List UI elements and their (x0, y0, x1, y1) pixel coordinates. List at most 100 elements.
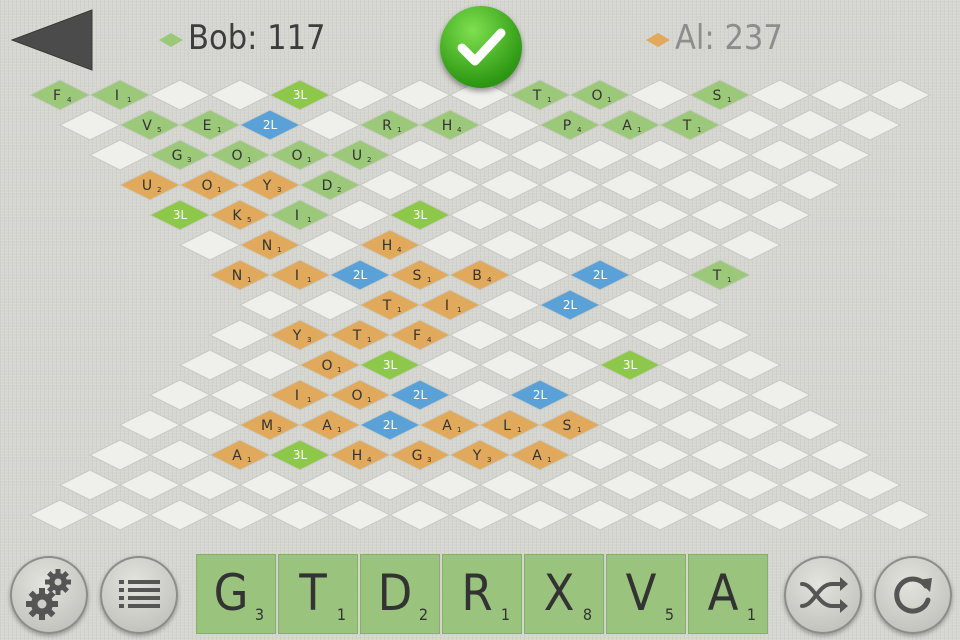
submit-button[interactable] (440, 6, 522, 88)
board-tile[interactable] (418, 289, 482, 321)
board-cell[interactable] (778, 169, 842, 201)
board-cell[interactable] (628, 199, 692, 231)
board-cell[interactable] (658, 229, 722, 261)
board-cell[interactable] (748, 79, 812, 111)
board-cell[interactable] (718, 469, 782, 501)
board-cell[interactable] (388, 499, 452, 531)
rack-tile[interactable]: D2 (360, 554, 440, 634)
board-cell[interactable] (748, 499, 812, 531)
board-cell[interactable] (478, 229, 542, 261)
board-tile[interactable] (268, 199, 332, 231)
board-cell[interactable] (418, 469, 482, 501)
rack-tile[interactable]: A1 (688, 554, 768, 634)
board-cell[interactable] (178, 409, 242, 441)
settings-button[interactable] (10, 556, 88, 634)
rack-tile[interactable]: T1 (278, 554, 358, 634)
board-cell[interactable] (508, 259, 572, 291)
board-cell[interactable] (178, 469, 242, 501)
board-cell[interactable] (358, 169, 422, 201)
board-cell[interactable] (628, 379, 692, 411)
board-cell[interactable] (838, 109, 902, 141)
board-cell[interactable] (238, 289, 302, 321)
board-cell[interactable] (568, 499, 632, 531)
board-cell[interactable] (718, 349, 782, 381)
board-cell[interactable] (298, 289, 362, 321)
board-cell[interactable] (778, 409, 842, 441)
board-cell[interactable] (298, 109, 362, 141)
board-cell[interactable] (298, 469, 362, 501)
board-cell[interactable] (598, 169, 662, 201)
board-cell[interactable] (298, 229, 362, 261)
board-cell[interactable] (718, 109, 782, 141)
board-cell[interactable] (508, 319, 572, 351)
board-cell[interactable] (688, 439, 752, 471)
board-cell[interactable] (328, 79, 392, 111)
back-arrow-icon[interactable] (10, 8, 94, 72)
board-cell[interactable] (628, 139, 692, 171)
menu-button[interactable] (100, 556, 178, 634)
board-cell[interactable] (148, 499, 212, 531)
board-cell[interactable] (508, 499, 572, 531)
board-cell[interactable] (448, 499, 512, 531)
board-tile[interactable] (88, 79, 152, 111)
board-cell[interactable] (568, 199, 632, 231)
board-cell[interactable] (448, 319, 512, 351)
board-cell[interactable] (448, 199, 512, 231)
board-cell[interactable] (178, 229, 242, 261)
board-cell[interactable] (238, 349, 302, 381)
board-cell[interactable] (508, 199, 572, 231)
board-cell[interactable] (538, 229, 602, 261)
board-cell[interactable] (148, 439, 212, 471)
board-cell[interactable] (88, 439, 152, 471)
board-cell[interactable] (418, 349, 482, 381)
rack-tile[interactable]: G3 (196, 554, 276, 634)
board-tile[interactable] (268, 259, 332, 291)
board-cell[interactable] (778, 469, 842, 501)
board-cell[interactable] (28, 499, 92, 531)
rack-tile[interactable]: V5 (606, 554, 686, 634)
board-cell[interactable] (808, 499, 872, 531)
board-cell[interactable] (688, 379, 752, 411)
board-cell[interactable] (208, 499, 272, 531)
board-cell[interactable] (88, 139, 152, 171)
board-cell[interactable] (628, 499, 692, 531)
board-cell[interactable] (358, 469, 422, 501)
board-cell[interactable] (508, 139, 572, 171)
board-cell[interactable] (598, 409, 662, 441)
board-cell[interactable] (118, 409, 182, 441)
board-cell[interactable] (568, 139, 632, 171)
board-cell[interactable] (658, 469, 722, 501)
refresh-button[interactable] (874, 556, 952, 634)
board-cell[interactable] (658, 349, 722, 381)
board-cell[interactable] (58, 469, 122, 501)
board-cell[interactable] (748, 139, 812, 171)
board-cell[interactable] (538, 469, 602, 501)
board-cell[interactable] (688, 319, 752, 351)
board-cell[interactable] (238, 469, 302, 501)
board-cell[interactable] (658, 169, 722, 201)
board-cell[interactable] (598, 469, 662, 501)
board-cell[interactable] (478, 349, 542, 381)
board-cell[interactable] (808, 439, 872, 471)
board-cell[interactable] (418, 169, 482, 201)
game-board[interactable]: F 4 I 1 3L T 1 O 1 S 1V 5 E 1 2L R 1 H 4 P 4 A 1 T 1G 3 O 1 O 1 U 2U 2 O 1… (0, 0, 960, 640)
board-cell[interactable] (208, 379, 272, 411)
board-cell[interactable] (418, 229, 482, 261)
board-cell[interactable] (208, 319, 272, 351)
board-cell[interactable] (718, 409, 782, 441)
board-cell[interactable] (658, 289, 722, 321)
board-cell[interactable] (178, 349, 242, 381)
board-cell[interactable] (748, 439, 812, 471)
board-cell[interactable] (118, 469, 182, 501)
board-cell[interactable] (748, 379, 812, 411)
board-cell[interactable] (778, 109, 842, 141)
board-cell[interactable] (868, 499, 932, 531)
board-cell[interactable] (808, 79, 872, 111)
board-cell[interactable] (538, 349, 602, 381)
board-cell[interactable] (208, 79, 272, 111)
board-cell[interactable] (568, 439, 632, 471)
board-cell[interactable] (478, 169, 542, 201)
board-cell[interactable] (628, 259, 692, 291)
rack-tile[interactable]: R1 (442, 554, 522, 634)
board-cell[interactable] (538, 169, 602, 201)
